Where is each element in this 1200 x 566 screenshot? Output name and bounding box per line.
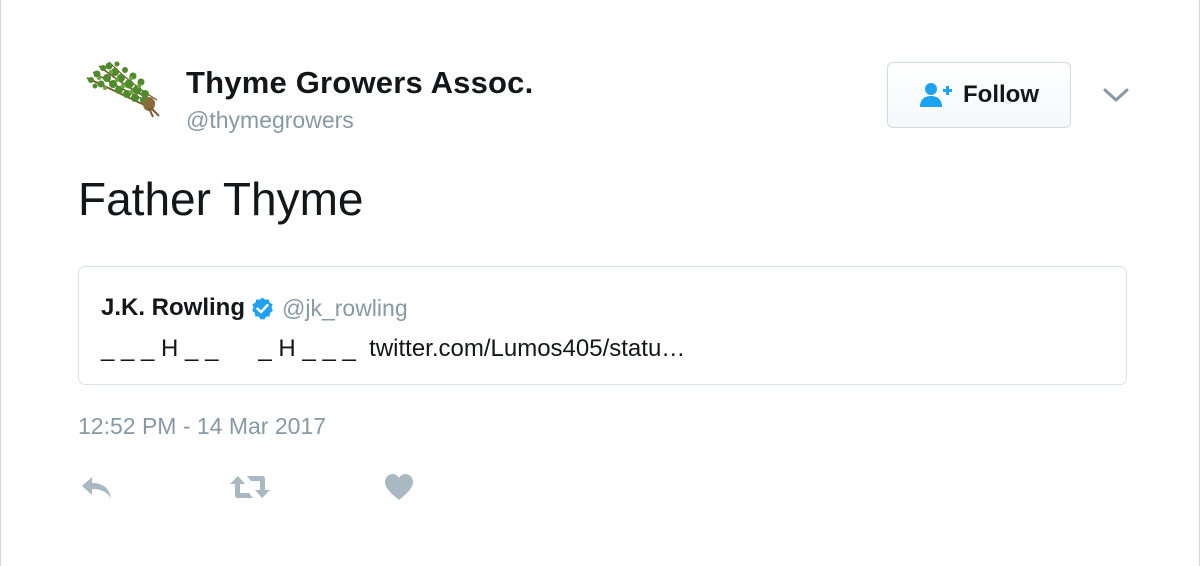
- retweet-button[interactable]: [229, 470, 271, 504]
- like-button[interactable]: [384, 470, 414, 504]
- quoted-tweet[interactable]: J.K. Rowling @jk_rowling _ _ _ H _ _ _ H…: [78, 266, 1127, 385]
- follow-button-label: Follow: [963, 81, 1039, 108]
- quoted-tweet-header: J.K. Rowling @jk_rowling: [101, 294, 408, 322]
- quoted-author-name: J.K. Rowling: [101, 294, 245, 321]
- quoted-tweet-text: _ _ _ H _ _ _ H _ _ _ twitter.com/Lumos4…: [101, 335, 686, 362]
- follow-button[interactable]: Follow: [887, 62, 1071, 128]
- retweet-icon: [230, 476, 270, 498]
- tweet-card: Thyme Growers Assoc. @thymegrowers Follo…: [0, 0, 1200, 566]
- reply-icon: [82, 477, 111, 498]
- reply-button[interactable]: [80, 470, 114, 504]
- verified-badge-icon: [250, 296, 275, 321]
- author-name[interactable]: Thyme Growers Assoc.: [186, 65, 533, 101]
- heart-icon: [385, 474, 413, 500]
- tweet-timestamp[interactable]: 12:52 PM - 14 Mar 2017: [78, 413, 326, 440]
- thyme-bundle-image: [86, 61, 160, 118]
- chevron-down-icon: [1103, 88, 1129, 102]
- tweet-text: Father Thyme: [78, 173, 364, 225]
- add-user-icon: [919, 81, 953, 109]
- author-handle[interactable]: @thymegrowers: [186, 107, 354, 134]
- author-avatar[interactable]: [79, 58, 165, 118]
- more-options-caret[interactable]: [1101, 82, 1131, 108]
- quoted-author-handle: @jk_rowling: [282, 294, 408, 321]
